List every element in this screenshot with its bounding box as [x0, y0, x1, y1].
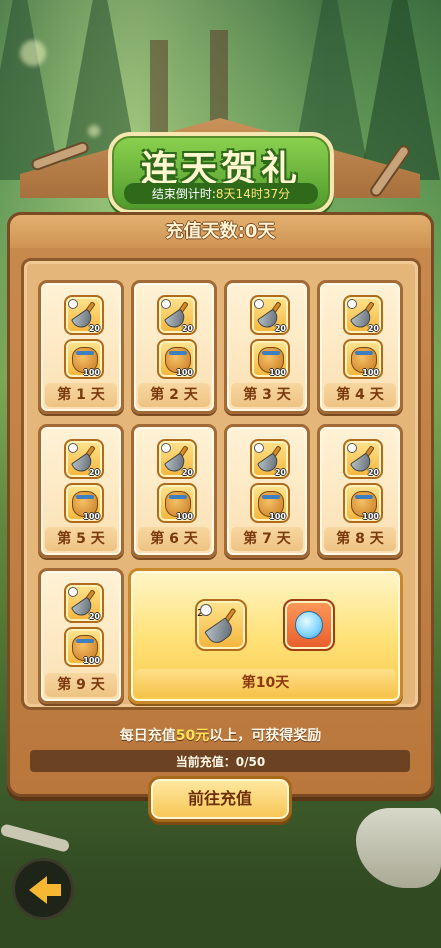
item-quantity: 100 [269, 512, 286, 521]
shovel-icon[interactable]: 20 [343, 295, 383, 335]
day-card[interactable]: 20 100 第 9 天 [38, 568, 124, 704]
title-plaque: 连天贺礼 结束倒计时:8天14时37分 [108, 132, 334, 214]
day-label: 第 8 天 [324, 527, 396, 551]
coin-bag-icon[interactable]: 100 [64, 627, 104, 667]
item-quantity: 20 [181, 468, 193, 477]
item-quantity: 100 [269, 368, 286, 377]
item-quantity: 100 [83, 368, 100, 377]
day-label: 第 9 天 [45, 673, 117, 697]
back-button[interactable] [12, 858, 74, 920]
day-card[interactable]: 20 100 第 7 天 [224, 424, 310, 558]
shovel-icon[interactable]: 20 [157, 439, 197, 479]
rule-amount: 50元 [175, 728, 210, 744]
shovel-icon[interactable]: 20 [64, 439, 104, 479]
shovel-icon[interactable]: 20 [64, 583, 104, 623]
countdown-bar: 结束倒计时:8天14时37分 [124, 183, 318, 204]
shovel-icon[interactable]: 20 [157, 295, 197, 335]
reward-rule-text: 每日充值50元以上，可获得奖励 [0, 725, 441, 745]
day-label: 第 7 天 [231, 527, 303, 551]
item-quantity: 20 [274, 468, 286, 477]
item-quantity: 20 [88, 612, 100, 621]
day-label: 第10天 [135, 669, 396, 697]
day-card[interactable]: 20 100 第 2 天 [131, 280, 217, 414]
item-quantity: 20 [367, 468, 379, 477]
back-arrow-tail [45, 884, 61, 896]
item-quantity: 100 [362, 368, 379, 377]
day-card[interactable]: 20 100 第 3 天 [224, 280, 310, 414]
day-label: 第 4 天 [324, 383, 396, 407]
countdown-label: 结束倒计时: [151, 187, 216, 201]
item-quantity: 20 [88, 324, 100, 333]
day10-card[interactable]: 20 第10天 [128, 568, 403, 704]
item-quantity: 20 [367, 324, 379, 333]
countdown-time: 8天14时37分 [215, 187, 291, 201]
coin-bag-icon[interactable]: 100 [157, 483, 197, 523]
day-label: 第 5 天 [45, 527, 117, 551]
item-quantity: 100 [83, 512, 100, 521]
day-card[interactable]: 20 100 第 1 天 [38, 280, 124, 414]
shovel-icon[interactable]: 20 [195, 599, 247, 651]
shovel-icon[interactable]: 20 [250, 439, 290, 479]
day-card[interactable]: 20 100 第 4 天 [317, 280, 403, 414]
current-recharge: 当前充值：0/50 [0, 753, 441, 770]
coin-bag-icon[interactable]: 100 [343, 339, 383, 379]
item-quantity: 100 [176, 512, 193, 521]
rule-prefix: 每日充值 [119, 728, 176, 744]
item-quantity: 100 [83, 656, 100, 665]
item-quantity: 100 [362, 512, 379, 521]
current-value: 0/50 [235, 755, 266, 769]
item-quantity: 100 [176, 368, 193, 377]
item-quantity: 20 [181, 324, 193, 333]
recharge-button[interactable]: 前往充值 [148, 776, 292, 822]
day-label: 第 1 天 [45, 383, 117, 407]
item-quantity: 20 [274, 324, 286, 333]
shovel-icon[interactable]: 20 [250, 295, 290, 335]
day-card[interactable]: 20 100 第 5 天 [38, 424, 124, 558]
light-particle [88, 125, 100, 137]
coin-bag-icon[interactable]: 100 [64, 483, 104, 523]
coin-bag-icon[interactable]: 100 [250, 483, 290, 523]
rule-suffix: 以上，可获得奖励 [209, 728, 322, 744]
gem-shape [295, 611, 323, 639]
item-quantity: 20 [88, 468, 100, 477]
day-card[interactable]: 20 100 第 8 天 [317, 424, 403, 558]
day-label: 第 3 天 [231, 383, 303, 407]
coin-bag-icon[interactable]: 100 [64, 339, 104, 379]
coin-bag-icon[interactable]: 100 [157, 339, 197, 379]
current-label: 当前充值： [175, 755, 236, 769]
coin-bag-icon[interactable]: 100 [250, 339, 290, 379]
shovel-icon[interactable]: 20 [343, 439, 383, 479]
crystal-icon[interactable] [283, 599, 335, 651]
day-label: 第 2 天 [138, 383, 210, 407]
coin-bag-icon[interactable]: 100 [343, 483, 383, 523]
shovel-icon[interactable]: 20 [64, 295, 104, 335]
day-label: 第 6 天 [138, 527, 210, 551]
light-particle [20, 40, 46, 66]
day-card[interactable]: 20 100 第 6 天 [131, 424, 217, 558]
recharge-days-label: 充值天数:0天 [165, 221, 276, 242]
